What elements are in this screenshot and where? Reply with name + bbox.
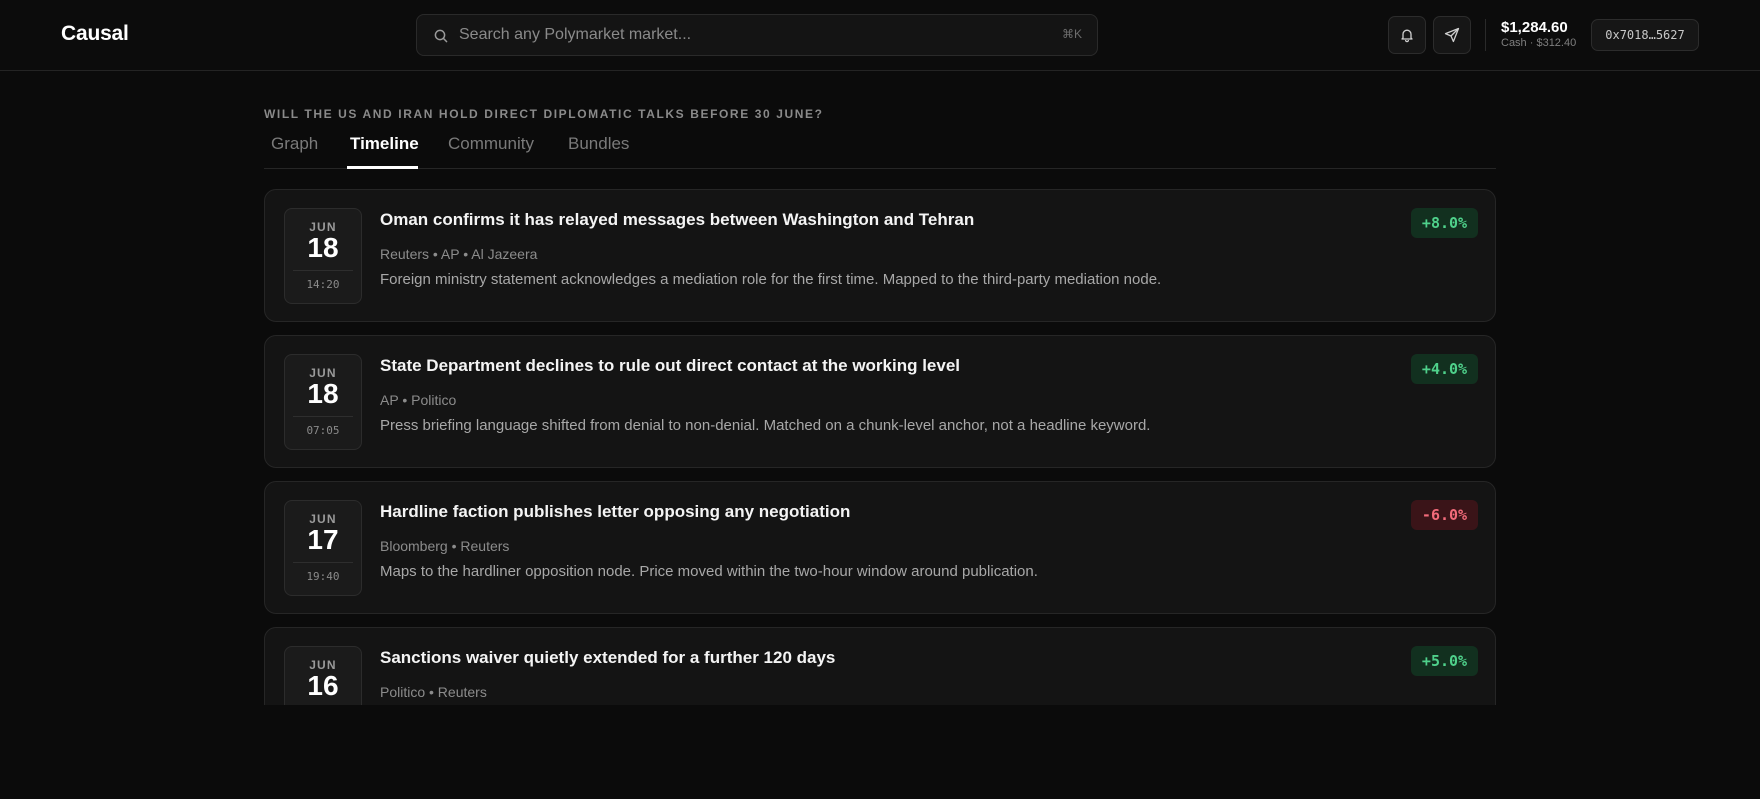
send-icon: [1444, 27, 1460, 43]
event-headline[interactable]: State Department declines to rule out di…: [380, 356, 960, 376]
event-sources: AP • Politico: [380, 392, 457, 408]
search-shortcut-hint: ⌘K: [1061, 27, 1082, 41]
header-divider: [1485, 19, 1486, 51]
top-bar: Causal ⌘K $1,284.60 Cash · $312.40 0x701…: [0, 0, 1760, 71]
event-date-badge: JUN 18 07:05: [284, 354, 362, 450]
send-button[interactable]: [1433, 16, 1471, 54]
tab-graph[interactable]: Graph: [271, 134, 318, 154]
brand-logo[interactable]: Causal: [61, 22, 129, 46]
event-day: 18: [307, 232, 339, 263]
price-change-badge: +5.0%: [1411, 646, 1478, 676]
event-date-badge: JUN 17 19:40: [284, 500, 362, 596]
event-date-badge: JUN 18 14:20: [284, 208, 362, 304]
date-divider: [293, 270, 353, 271]
event-headline[interactable]: Hardline faction publishes letter opposi…: [380, 502, 850, 522]
search-bar[interactable]: ⌘K: [416, 14, 1098, 56]
event-sources: Bloomberg • Reuters: [380, 538, 510, 554]
event-summary: Maps to the hardliner opposition node. P…: [380, 563, 1038, 580]
search-icon: [434, 29, 448, 43]
tab-bundles[interactable]: Bundles: [568, 134, 629, 154]
search-input[interactable]: [459, 15, 1019, 55]
event-time: 07:05: [306, 424, 340, 437]
event-summary: Foreign ministry statement acknowledges …: [380, 271, 1162, 288]
timeline-event-card[interactable]: JUN 18 07:05 State Department declines t…: [264, 335, 1496, 468]
event-day: 17: [307, 524, 339, 555]
active-tab-indicator: [347, 166, 418, 169]
timeline-feed[interactable]: JUN 18 14:20 Oman confirms it has relaye…: [264, 189, 1496, 705]
timeline-event-card[interactable]: JUN 16 Sanctions waiver quietly extended…: [264, 627, 1496, 705]
notifications-button[interactable]: [1388, 16, 1426, 54]
cash-balance: Cash · $312.40: [1501, 37, 1577, 49]
event-sources: Politico • Reuters: [380, 684, 487, 700]
market-question: WILL THE US AND IRAN HOLD DIRECT DIPLOMA…: [264, 107, 824, 121]
portfolio-balance: $1,284.60: [1501, 19, 1568, 36]
price-change-badge: +4.0%: [1411, 354, 1478, 384]
event-headline[interactable]: Sanctions waiver quietly extended for a …: [380, 648, 835, 668]
event-day: 16: [307, 670, 339, 701]
tab-community[interactable]: Community: [448, 134, 534, 154]
price-change-badge: +8.0%: [1411, 208, 1478, 238]
view-tabs: Graph Timeline Community Bundles: [264, 126, 1496, 169]
date-divider: [293, 416, 353, 417]
wallet-address-button[interactable]: 0x7018…5627: [1591, 19, 1699, 51]
event-time: 14:20: [306, 278, 340, 291]
price-change-badge: -6.0%: [1411, 500, 1478, 530]
event-headline[interactable]: Oman confirms it has relayed messages be…: [380, 210, 974, 230]
event-date-badge: JUN 16: [284, 646, 362, 705]
timeline-event-card[interactable]: JUN 17 19:40 Hardline faction publishes …: [264, 481, 1496, 614]
tab-timeline[interactable]: Timeline: [350, 134, 419, 154]
event-sources: Reuters • AP • Al Jazeera: [380, 246, 538, 262]
bell-icon: [1401, 29, 1413, 43]
event-time: 19:40: [306, 570, 340, 583]
date-divider: [293, 562, 353, 563]
timeline-event-card[interactable]: JUN 18 14:20 Oman confirms it has relaye…: [264, 189, 1496, 322]
event-summary: Press briefing language shifted from den…: [380, 417, 1151, 434]
event-day: 18: [307, 378, 339, 409]
